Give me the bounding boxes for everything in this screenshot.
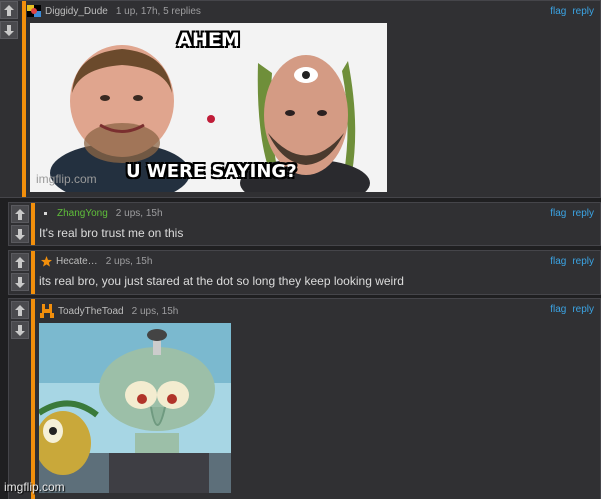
comment-actions: flag reply <box>544 208 594 219</box>
arrow-up-icon <box>15 256 25 268</box>
comment-3: Hecate… 2 ups, 15h flag reply its real br… <box>8 250 601 295</box>
flag-link[interactable]: flag <box>550 208 566 219</box>
comment-actions: flag reply <box>544 6 594 17</box>
arrow-down-icon <box>15 276 25 288</box>
downvote-button[interactable] <box>11 273 29 291</box>
comment-accent-bar <box>31 251 35 294</box>
arrow-down-icon <box>4 24 14 36</box>
comment-text: its real bro, you just stared at the dot… <box>39 274 404 288</box>
vote-column <box>11 253 31 293</box>
arrow-up-icon <box>15 304 25 316</box>
reply-link[interactable]: reply <box>572 208 594 219</box>
username[interactable]: Diggidy_Dude <box>45 6 108 17</box>
reply-link[interactable]: reply <box>572 304 594 315</box>
reply-link[interactable]: reply <box>572 6 594 17</box>
comment-meta: Diggidy_Dude 1 up, 17h, 5 replies <box>27 5 201 17</box>
downvote-button[interactable] <box>11 321 29 339</box>
comment-accent-bar <box>31 203 35 245</box>
comment-2: ZhangYong 2 ups, 15h flag reply It's real… <box>8 202 601 246</box>
comment-text: It's real bro trust me on this <box>39 226 184 240</box>
downvote-button[interactable] <box>11 225 29 243</box>
flag-link[interactable]: flag <box>550 256 566 267</box>
user-avatar-icon <box>27 5 41 17</box>
comment-meta: Hecate… 2 ups, 15h <box>41 256 152 267</box>
comment-4: ToadyTheToad 2 ups, 15h flag reply <box>8 298 601 499</box>
upvote-button[interactable] <box>11 253 29 271</box>
comment-accent-bar <box>31 299 35 499</box>
username[interactable]: Hecate… <box>56 256 98 267</box>
meme-bottom-text: U WERE SAYING? <box>126 161 297 182</box>
flag-link[interactable]: flag <box>550 6 566 17</box>
comment-meta: ToadyTheToad 2 ups, 15h <box>40 304 178 318</box>
comment-actions: flag reply <box>544 304 594 315</box>
svg-text:imgflip.com: imgflip.com <box>36 172 97 186</box>
comment-meta: ZhangYong 2 ups, 15h <box>44 208 163 219</box>
upvote-button[interactable] <box>11 301 29 319</box>
upvote-button[interactable] <box>0 1 18 19</box>
vote-column <box>11 205 31 245</box>
comment-1: Diggidy_Dude 1 up, 17h, 5 replies flag re… <box>0 0 601 198</box>
comment-stats: 2 ups, 15h <box>115 208 163 219</box>
comment-stats: 2 ups, 15h <box>105 256 153 267</box>
meme-top-text: AHEM <box>177 29 240 51</box>
pixel-character-icon <box>40 304 54 318</box>
reply-image[interactable] <box>39 323 231 493</box>
comment-accent-bar <box>22 1 26 197</box>
username[interactable]: ToadyTheToad <box>58 306 124 317</box>
comment-stats: 1 up, 17h, 5 replies <box>115 5 201 17</box>
arrow-down-icon <box>15 228 25 240</box>
reply-link[interactable]: reply <box>572 256 594 267</box>
flag-link[interactable]: flag <box>550 304 566 315</box>
comment-actions: flag reply <box>544 256 594 267</box>
arrow-up-icon <box>15 208 25 220</box>
upvote-button[interactable] <box>11 205 29 223</box>
downvote-button[interactable] <box>0 21 18 39</box>
star-icon <box>41 256 52 267</box>
cartoon-illustration <box>39 323 231 493</box>
arrow-up-icon <box>4 4 14 16</box>
comment-stats: 2 ups, 15h <box>131 305 179 317</box>
username[interactable]: ZhangYong <box>57 208 108 219</box>
arrow-down-icon <box>15 324 25 336</box>
meme-image[interactable]: imgflip.com AHEM U WERE SAYING? <box>30 23 387 192</box>
user-avatar-icon <box>44 212 47 215</box>
page-watermark: imgflip.com <box>4 480 65 494</box>
vote-column <box>0 1 20 41</box>
vote-column <box>11 301 31 341</box>
